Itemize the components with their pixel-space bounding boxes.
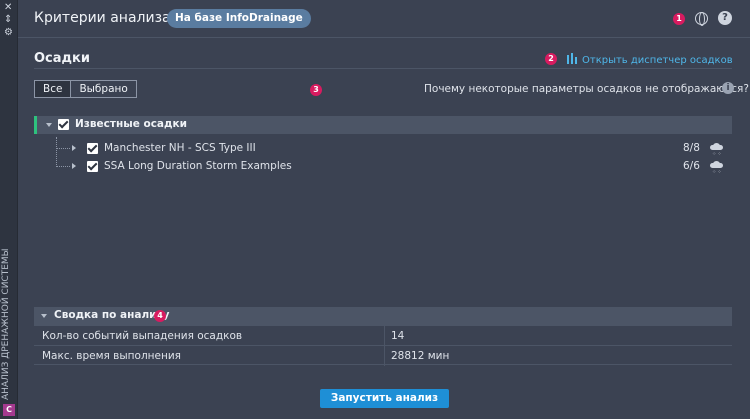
header: Критерии анализа На базе InfoDrainage 1 … xyxy=(18,0,750,38)
item-count: 6/6 xyxy=(683,160,700,172)
item-label: SSA Long Duration Storm Examples xyxy=(104,160,292,172)
group-label: Известные осадки xyxy=(75,118,187,130)
chevron-right-icon[interactable] xyxy=(72,163,76,169)
list-item[interactable]: SSA Long Duration Storm Examples 6/6 ⁘⁘ xyxy=(34,157,732,175)
item-count: 8/8 xyxy=(683,142,700,154)
analysis-summary-header[interactable]: Сводка по анализу 4 xyxy=(34,307,732,325)
collapse-icon[interactable]: ⇕ xyxy=(4,15,12,25)
app-logo: C xyxy=(3,404,15,416)
filter-toggle: Все Выбрано xyxy=(34,80,137,98)
rain-cloud-icon xyxy=(710,143,723,151)
section-divider xyxy=(34,68,732,69)
help-icon[interactable]: ? xyxy=(718,11,732,25)
chevron-down-icon[interactable] xyxy=(46,123,52,127)
chevron-down-icon[interactable] xyxy=(41,314,47,318)
item-checkbox[interactable] xyxy=(87,143,98,154)
rain-cloud-icon xyxy=(710,161,723,169)
callout-marker-3: 3 xyxy=(310,84,322,96)
settings-icon[interactable]: ⚙ xyxy=(4,28,13,38)
summary-table: Кол-во событий выпадения осадков 14 Макс… xyxy=(34,325,732,366)
why-hidden-text: Почему некоторые параметры осадков не от… xyxy=(424,83,749,95)
palette-title: АНАЛИЗ ДРЕНАЖНОЙ СИСТЕМЫ xyxy=(1,248,11,400)
table-row: Кол-во событий выпадения осадков 14 xyxy=(34,325,732,346)
summary-value: 14 xyxy=(391,330,405,342)
info-icon[interactable]: i xyxy=(722,82,734,94)
summary-title: Сводка по анализу xyxy=(54,309,170,321)
section-title: Осадки xyxy=(34,51,90,66)
side-palette-bar: ✕ ⇕ ⚙ АНАЛИЗ ДРЕНАЖНОЙ СИСТЕМЫ C xyxy=(0,0,18,419)
chevron-right-icon[interactable] xyxy=(72,145,76,151)
group-checkbox[interactable] xyxy=(58,119,69,130)
summary-key: Макс. время выполнения xyxy=(42,350,181,362)
run-analysis-button[interactable]: Запустить анализ xyxy=(320,389,449,408)
table-row: Макс. время выполнения 28812 мин xyxy=(34,345,732,366)
tab-all[interactable]: Все xyxy=(35,81,71,97)
item-checkbox[interactable] xyxy=(87,161,98,172)
infodrainage-badge: На базе InfoDrainage xyxy=(167,9,311,28)
open-rain-manager-label: Открыть диспетчер осадков xyxy=(582,55,733,66)
known-rainfall-group[interactable]: Известные осадки xyxy=(34,116,732,134)
open-rain-manager-link[interactable]: Открыть диспетчер осадков xyxy=(567,53,733,66)
summary-key: Кол-во событий выпадения осадков xyxy=(42,330,243,342)
list-item[interactable]: Manchester NH - SCS Type III 8/8 ⁘⁘ xyxy=(34,139,732,157)
globe-icon[interactable] xyxy=(695,12,708,26)
tab-selected[interactable]: Выбрано xyxy=(70,81,135,97)
callout-marker-4: 4 xyxy=(154,310,166,322)
page-title: Критерии анализа xyxy=(34,10,171,26)
rain-manager-icon xyxy=(567,53,579,64)
callout-marker-1: 1 xyxy=(673,13,685,25)
item-label: Manchester NH - SCS Type III xyxy=(104,142,256,154)
callout-marker-2: 2 xyxy=(545,53,557,65)
close-icon[interactable]: ✕ xyxy=(4,3,12,13)
summary-value: 28812 мин xyxy=(391,350,450,362)
